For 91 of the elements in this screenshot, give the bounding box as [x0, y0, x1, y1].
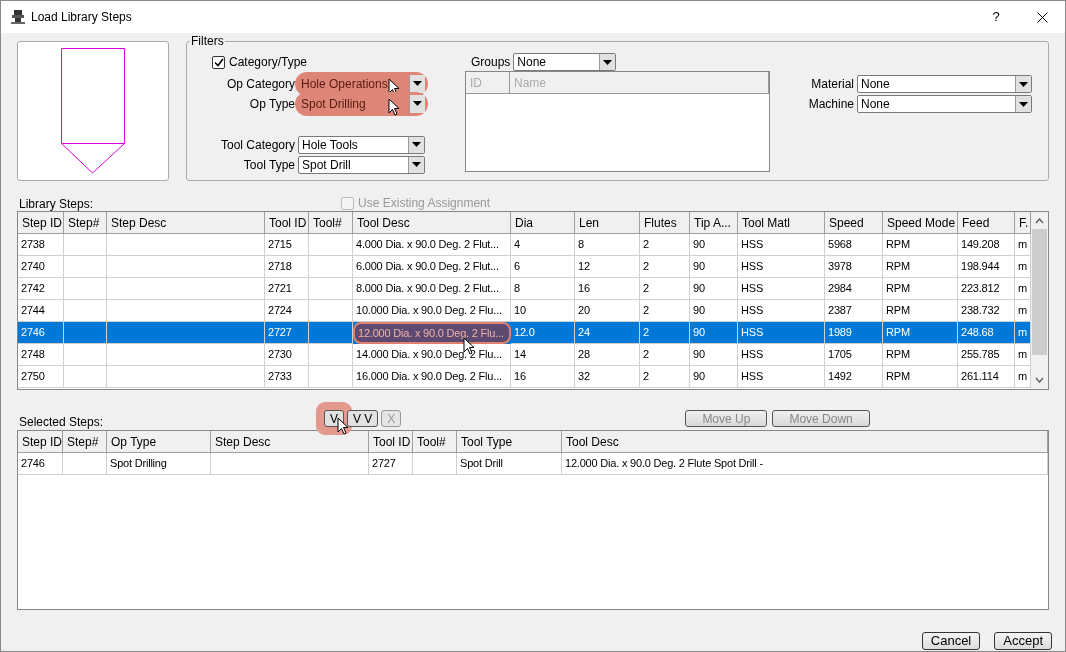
column-header[interactable]: Step# [63, 431, 107, 453]
column-header[interactable]: Tool ID [265, 212, 309, 234]
column-header[interactable]: Step Desc [211, 431, 369, 453]
cursor-icon [337, 417, 349, 436]
column-header: ID [466, 72, 510, 93]
field-label: Tool Category [219, 136, 295, 154]
field-label: Machine [807, 96, 854, 113]
add-button[interactable]: V V [347, 410, 379, 427]
table-row[interactable]: 2742 2721 8.000 Dia. x 90.0 Deg. 2 Flut... 8 16 2 90 HSS 2984 RPM 223.812 m [18, 278, 1031, 300]
checkbox-label: Category/Type [229, 54, 308, 71]
table-cell: HSS [738, 366, 825, 388]
caret-down-icon [412, 162, 421, 167]
table-cell: 2733 [265, 366, 309, 388]
column-header[interactable]: Tool Desc [353, 212, 511, 234]
table-cell: 32 [575, 366, 640, 388]
caret-down-icon [603, 59, 613, 65]
dropdown[interactable]: Spot Drilling [298, 94, 425, 113]
caret-down-icon [413, 81, 422, 86]
dropdown[interactable]: None [857, 95, 1032, 113]
column-header[interactable]: Step ID [18, 212, 64, 234]
column-header: Name [510, 72, 769, 93]
table-cell: 16.000 Dia. x 90.0 Deg. 2 Flu... [353, 366, 511, 388]
table-cell: 12.000 Dia. x 90.0 Deg. 2 Flute Spot Drill - [562, 453, 1048, 475]
table-cell: 2746 [18, 453, 63, 475]
column-header[interactable]: Feed [958, 212, 1015, 234]
column-header[interactable]: Tool Type [457, 431, 562, 453]
scroll-thumb[interactable] [1032, 229, 1047, 355]
help-button[interactable]: ? [973, 1, 1019, 33]
column-header[interactable]: Speed [825, 212, 883, 234]
column-header[interactable]: Step# [64, 212, 107, 234]
dropdown[interactable]: Hole Operations [298, 74, 425, 93]
scrollbar[interactable] [1031, 212, 1048, 389]
table-cell [413, 453, 457, 475]
dropdown[interactable]: None [857, 75, 1032, 93]
app-icon [10, 9, 26, 25]
field-label: Material [810, 76, 854, 93]
table-cell: RPM [883, 366, 958, 388]
table-cell [63, 453, 107, 475]
table-row[interactable]: 2744 2724 10.000 Dia. x 90.0 Deg. 2 Flu... 10 20 2 90 HSS 2387 RPM 238.732 m [18, 300, 1031, 322]
table-cell: 2727 [369, 453, 413, 475]
cursor-icon [388, 97, 400, 117]
check-icon [213, 57, 224, 67]
dropdown[interactable]: None [513, 53, 617, 71]
section-label: Selected Steps: [19, 415, 105, 429]
close-icon [1036, 11, 1048, 23]
dropdown[interactable]: Hole Tools [298, 135, 425, 154]
dialog-button[interactable]: Accept [994, 632, 1052, 650]
column-header[interactable]: Tool# [413, 431, 457, 453]
column-header[interactable]: Op Type [107, 431, 211, 453]
column-header[interactable]: Len [575, 212, 640, 234]
checkbox[interactable] [212, 55, 225, 69]
field-label: Groups [471, 54, 511, 71]
table-row[interactable]: 2750 2733 16.000 Dia. x 90.0 Deg. 2 Flu... 16 32 2 90 HSS 1492 RPM 261.114 m [18, 366, 1031, 388]
table-row[interactable]: 2746 Spot Drilling 2727 Spot Drill 12.000 Dia. x 90.0 Deg. 2 Flute Spot Drill - [18, 453, 1048, 475]
table-cell: 1492 [825, 366, 883, 388]
table-row[interactable]: 2748 2730 14.000 Dia. x 90.0 Deg. 2 Flu... 14 28 2 90 HSS 1705 RPM 255.785 m [18, 344, 1031, 366]
column-header[interactable]: Dia [511, 212, 575, 234]
column-header[interactable]: Speed Mode [883, 212, 958, 234]
field-label: Tool Type [242, 156, 295, 174]
table-row[interactable]: 2740 2718 6.000 Dia. x 90.0 Deg. 2 Flut... 6 12 2 90 HSS 3978 RPM 198.944 m [18, 256, 1031, 278]
dropdown[interactable]: Spot Drill [298, 155, 425, 174]
section-label: Library Steps: [19, 197, 94, 211]
dialog-button[interactable]: Cancel [921, 632, 981, 650]
column-header[interactable]: Tool Matl [738, 212, 825, 234]
column-header[interactable]: Step Desc [107, 212, 265, 234]
caret-down-icon [413, 101, 422, 106]
column-header[interactable]: Tool# [309, 212, 353, 234]
table-cell [64, 366, 107, 388]
column-header[interactable]: Flutes [640, 212, 690, 234]
table-cell: Spot Drilling [107, 453, 211, 475]
column-header[interactable]: Tool ID [369, 431, 413, 453]
table-cell: 16 [511, 366, 575, 388]
field-label: Op Type [248, 95, 295, 113]
table-cell [309, 366, 353, 388]
table-cell: 2750 [18, 366, 64, 388]
field-label: Op Category [225, 75, 295, 93]
column-header[interactable]: Tool Desc [562, 431, 1048, 453]
table-cell: 261.114 [958, 366, 1015, 388]
table-cell: 2 [640, 366, 690, 388]
table-row[interactable]: 2738 2715 4.000 Dia. x 90.0 Deg. 2 Flut... 4 8 2 90 HSS 5968 RPM 149.208 m [18, 234, 1031, 256]
group-title: Filters [190, 34, 225, 48]
caret-down-icon [412, 142, 421, 147]
table-cell: Spot Drill [457, 453, 562, 475]
window-title: Load Library Steps [31, 9, 132, 26]
column-header[interactable]: Step ID [18, 431, 63, 453]
caret-down-icon [1019, 81, 1028, 87]
checkbox-label: Use Existing Assignment [358, 195, 491, 212]
column-header[interactable]: Tip A... [690, 212, 738, 234]
column-header[interactable]: F. [1015, 212, 1031, 234]
table-cell: 90 [690, 366, 738, 388]
caret-down-icon [1019, 101, 1028, 107]
